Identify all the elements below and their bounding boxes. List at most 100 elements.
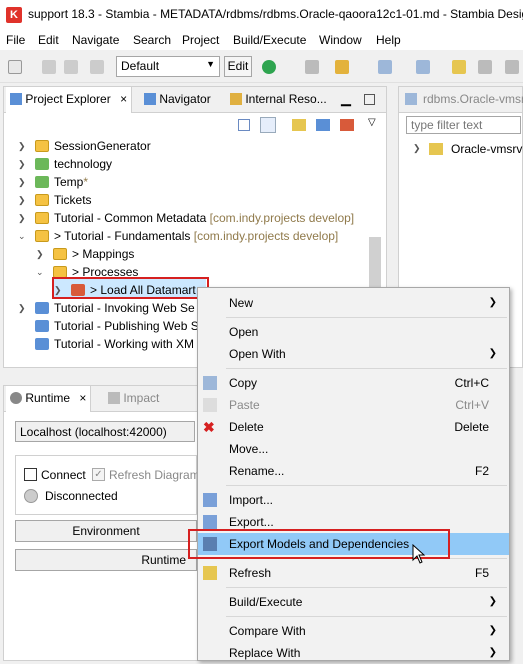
- collapse-icon[interactable]: ⌄: [18, 227, 26, 245]
- menu-item-copy[interactable]: Copy Ctrl+C: [198, 372, 509, 394]
- tree-item-label: Tutorial - Common Metadata: [54, 211, 207, 225]
- project-checked-icon: [35, 158, 49, 170]
- menu-item-rename[interactable]: Rename... F2: [198, 460, 509, 482]
- project-explorer-tabs: Project Explorer × Navigator Internal Re…: [4, 87, 386, 113]
- menu-item-new[interactable]: New ❯: [198, 292, 509, 314]
- main-toolbar: Default ▼ Edit: [0, 51, 523, 83]
- menu-edit[interactable]: Edit: [38, 33, 59, 47]
- perspective-select[interactable]: Default ▼: [116, 56, 220, 77]
- editor-tabs: rdbms.Oracle-vmsrv: [399, 87, 523, 113]
- menu-search[interactable]: Search: [133, 33, 171, 47]
- navigator-icon: [144, 93, 156, 105]
- project-icon: [35, 320, 49, 332]
- expand-icon[interactable]: ❯: [18, 191, 26, 209]
- tree-item-oracle[interactable]: Oracle-vmsrv: [451, 142, 522, 156]
- next-annotation-icon[interactable]: [416, 60, 430, 74]
- view-menu-icon[interactable]: ▽: [368, 117, 376, 128]
- project-icon: [35, 230, 49, 242]
- perspective-value: Default: [121, 59, 160, 73]
- connection-status: Disconnected: [45, 489, 118, 503]
- tab-internal-resources[interactable]: Internal Reso...: [230, 92, 327, 106]
- tree-item-label: SessionGenerator: [54, 139, 151, 153]
- menu-item-move[interactable]: Move...: [198, 438, 509, 460]
- project-checked-icon: [35, 176, 49, 188]
- menu-item-import[interactable]: Import...: [198, 489, 509, 511]
- debug-icon[interactable]: [305, 60, 319, 74]
- window-title: support 18.3 - Stambia - METADATA/rdbms/…: [28, 7, 523, 21]
- menu-item-paste[interactable]: Paste Ctrl+V: [198, 394, 509, 416]
- project-icon: [35, 302, 49, 314]
- close-icon[interactable]: ×: [79, 391, 86, 405]
- menu-separator: [226, 616, 507, 617]
- tree-item-label: Tutorial - Invoking Web Se: [54, 301, 195, 315]
- view-option-icon[interactable]: [316, 119, 330, 131]
- submenu-arrow-icon: ❯: [488, 297, 497, 308]
- save-icon[interactable]: [42, 60, 56, 74]
- print-icon[interactable]: [90, 60, 104, 74]
- refresh-diagram-checkbox[interactable]: ✓: [92, 468, 105, 481]
- annotation-box-load-all-datamart: [52, 277, 209, 299]
- menu-separator: [226, 317, 507, 318]
- link-with-editor-icon[interactable]: [260, 117, 276, 133]
- forward-icon[interactable]: [505, 60, 519, 74]
- tab-runtime-label: Runtime: [25, 391, 71, 405]
- refresh-diagram-label: Refresh Diagram: [109, 468, 200, 482]
- editor-tab-label[interactable]: rdbms.Oracle-vmsrv: [423, 92, 523, 106]
- expand-icon[interactable]: ❯: [36, 245, 44, 263]
- paste-icon: [203, 398, 217, 412]
- connect-checkbox[interactable]: [24, 468, 37, 481]
- mouse-cursor-icon: [412, 544, 426, 564]
- collapse-icon[interactable]: ⌄: [36, 263, 44, 281]
- minimize-icon[interactable]: ▁: [341, 91, 351, 107]
- import-icon: [203, 493, 217, 507]
- collapse-all-icon[interactable]: [238, 119, 250, 131]
- tree-item-label: technology: [54, 157, 113, 171]
- edit-button[interactable]: Edit: [224, 56, 252, 77]
- menu-item-build-execute[interactable]: Build/Execute ❯: [198, 591, 509, 613]
- tree-item-label: Temp: [54, 175, 84, 189]
- menu-item-compare-with[interactable]: Compare With ❯: [198, 620, 509, 642]
- filter-input[interactable]: type filter text: [406, 116, 521, 134]
- stambia-app-icon: K: [6, 7, 22, 23]
- menu-separator: [226, 368, 507, 369]
- new-icon[interactable]: [8, 60, 22, 74]
- annotation-icon[interactable]: [378, 60, 392, 74]
- runtime-server-select[interactable]: Localhost (localhost:42000): [15, 421, 195, 442]
- save-all-icon[interactable]: [64, 60, 78, 74]
- menu-window[interactable]: Window: [319, 33, 362, 47]
- filter-icon[interactable]: [292, 119, 306, 131]
- menu-project[interactable]: Project: [182, 33, 219, 47]
- expand-icon[interactable]: ❯: [18, 299, 26, 317]
- chevron-down-icon: ▼: [206, 59, 215, 69]
- tab-navigator[interactable]: Navigator: [144, 92, 211, 106]
- submenu-arrow-icon: ❯: [488, 348, 497, 359]
- environment-button[interactable]: Environment: [15, 520, 197, 542]
- pin-icon[interactable]: [452, 60, 466, 74]
- menu-help[interactable]: Help: [376, 33, 401, 47]
- submenu-arrow-icon: ❯: [488, 625, 497, 636]
- tab-impact[interactable]: Impact: [108, 391, 159, 405]
- runtime-button[interactable]: Runtime: [15, 549, 197, 571]
- tab-runtime[interactable]: Runtime ×: [6, 386, 92, 412]
- menu-item-refresh[interactable]: Refresh F5: [198, 562, 509, 584]
- expand-icon[interactable]: ❯: [18, 173, 26, 191]
- menu-navigate[interactable]: Navigate: [72, 33, 119, 47]
- menu-file[interactable]: File: [6, 33, 25, 47]
- menu-item-delete[interactable]: ✖ Delete Delete: [198, 416, 509, 438]
- menu-item-open-with[interactable]: Open With ❯: [198, 343, 509, 365]
- menu-item-open[interactable]: Open: [198, 321, 509, 343]
- back-icon[interactable]: [478, 60, 492, 74]
- expand-icon[interactable]: ❯: [18, 209, 26, 227]
- process-view-icon[interactable]: [340, 119, 354, 131]
- tab-project-explorer[interactable]: Project Explorer ×: [6, 87, 133, 113]
- tool-icon[interactable]: [335, 60, 349, 74]
- connection-group: [15, 455, 197, 515]
- menu-build-execute[interactable]: Build/Execute: [233, 33, 306, 47]
- maximize-icon[interactable]: [364, 94, 375, 105]
- expand-icon[interactable]: ❯: [18, 137, 26, 155]
- expand-icon[interactable]: ❯: [413, 143, 421, 154]
- copy-icon: [203, 376, 217, 390]
- run-icon[interactable]: [262, 60, 276, 74]
- expand-icon[interactable]: ❯: [18, 155, 26, 173]
- close-icon[interactable]: ×: [120, 92, 127, 106]
